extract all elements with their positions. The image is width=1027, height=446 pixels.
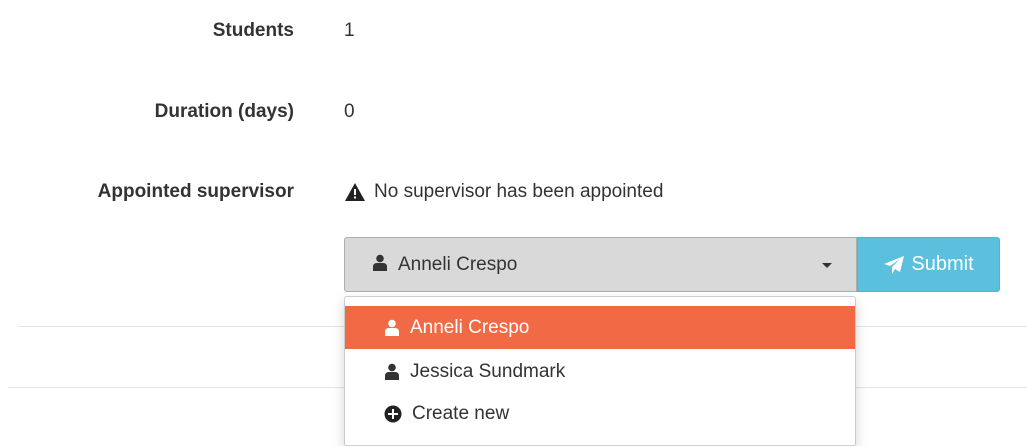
dropdown-option-create-new[interactable]: Create new <box>345 392 855 435</box>
duration-row: Duration (days) 0 <box>0 97 1027 127</box>
supervisor-select-group: Anneli Crespo Submit <box>344 237 1000 292</box>
user-icon <box>372 254 388 276</box>
chevron-down-icon <box>822 263 832 268</box>
supervisor-status-text: No supervisor has been appointed <box>374 181 664 202</box>
supervisor-select-value: Anneli Crespo <box>398 253 518 275</box>
students-value: 1 <box>344 20 355 41</box>
dropdown-option-jessica-sundmark[interactable]: Jessica Sundmark <box>345 350 855 393</box>
dropdown-option-label: Create new <box>412 402 510 424</box>
user-icon <box>384 319 400 336</box>
warning-icon <box>344 182 366 202</box>
supervisor-row: Appointed supervisor No supervisor has b… <box>0 177 1027 207</box>
dropdown-option-label: Jessica Sundmark <box>410 360 566 382</box>
duration-value: 0 <box>344 101 355 122</box>
supervisor-status: No supervisor has been appointed <box>344 181 663 203</box>
supervisor-label: Appointed supervisor <box>97 181 294 202</box>
user-icon <box>384 363 400 380</box>
submit-label: Submit <box>911 253 974 275</box>
plus-circle-icon <box>384 405 402 423</box>
dropdown-option-anneli-crespo[interactable]: Anneli Crespo <box>345 306 855 349</box>
supervisor-dropdown-menu: Anneli Crespo Jessica Sundmark Create ne… <box>344 296 856 446</box>
dropdown-option-label: Anneli Crespo <box>410 316 530 338</box>
submit-button[interactable]: Submit <box>857 237 1000 292</box>
students-row: Students 1 <box>0 16 1027 46</box>
paper-plane-icon <box>884 255 905 274</box>
students-label: Students <box>212 20 294 41</box>
duration-label: Duration (days) <box>154 101 294 122</box>
supervisor-select[interactable]: Anneli Crespo <box>344 237 857 292</box>
